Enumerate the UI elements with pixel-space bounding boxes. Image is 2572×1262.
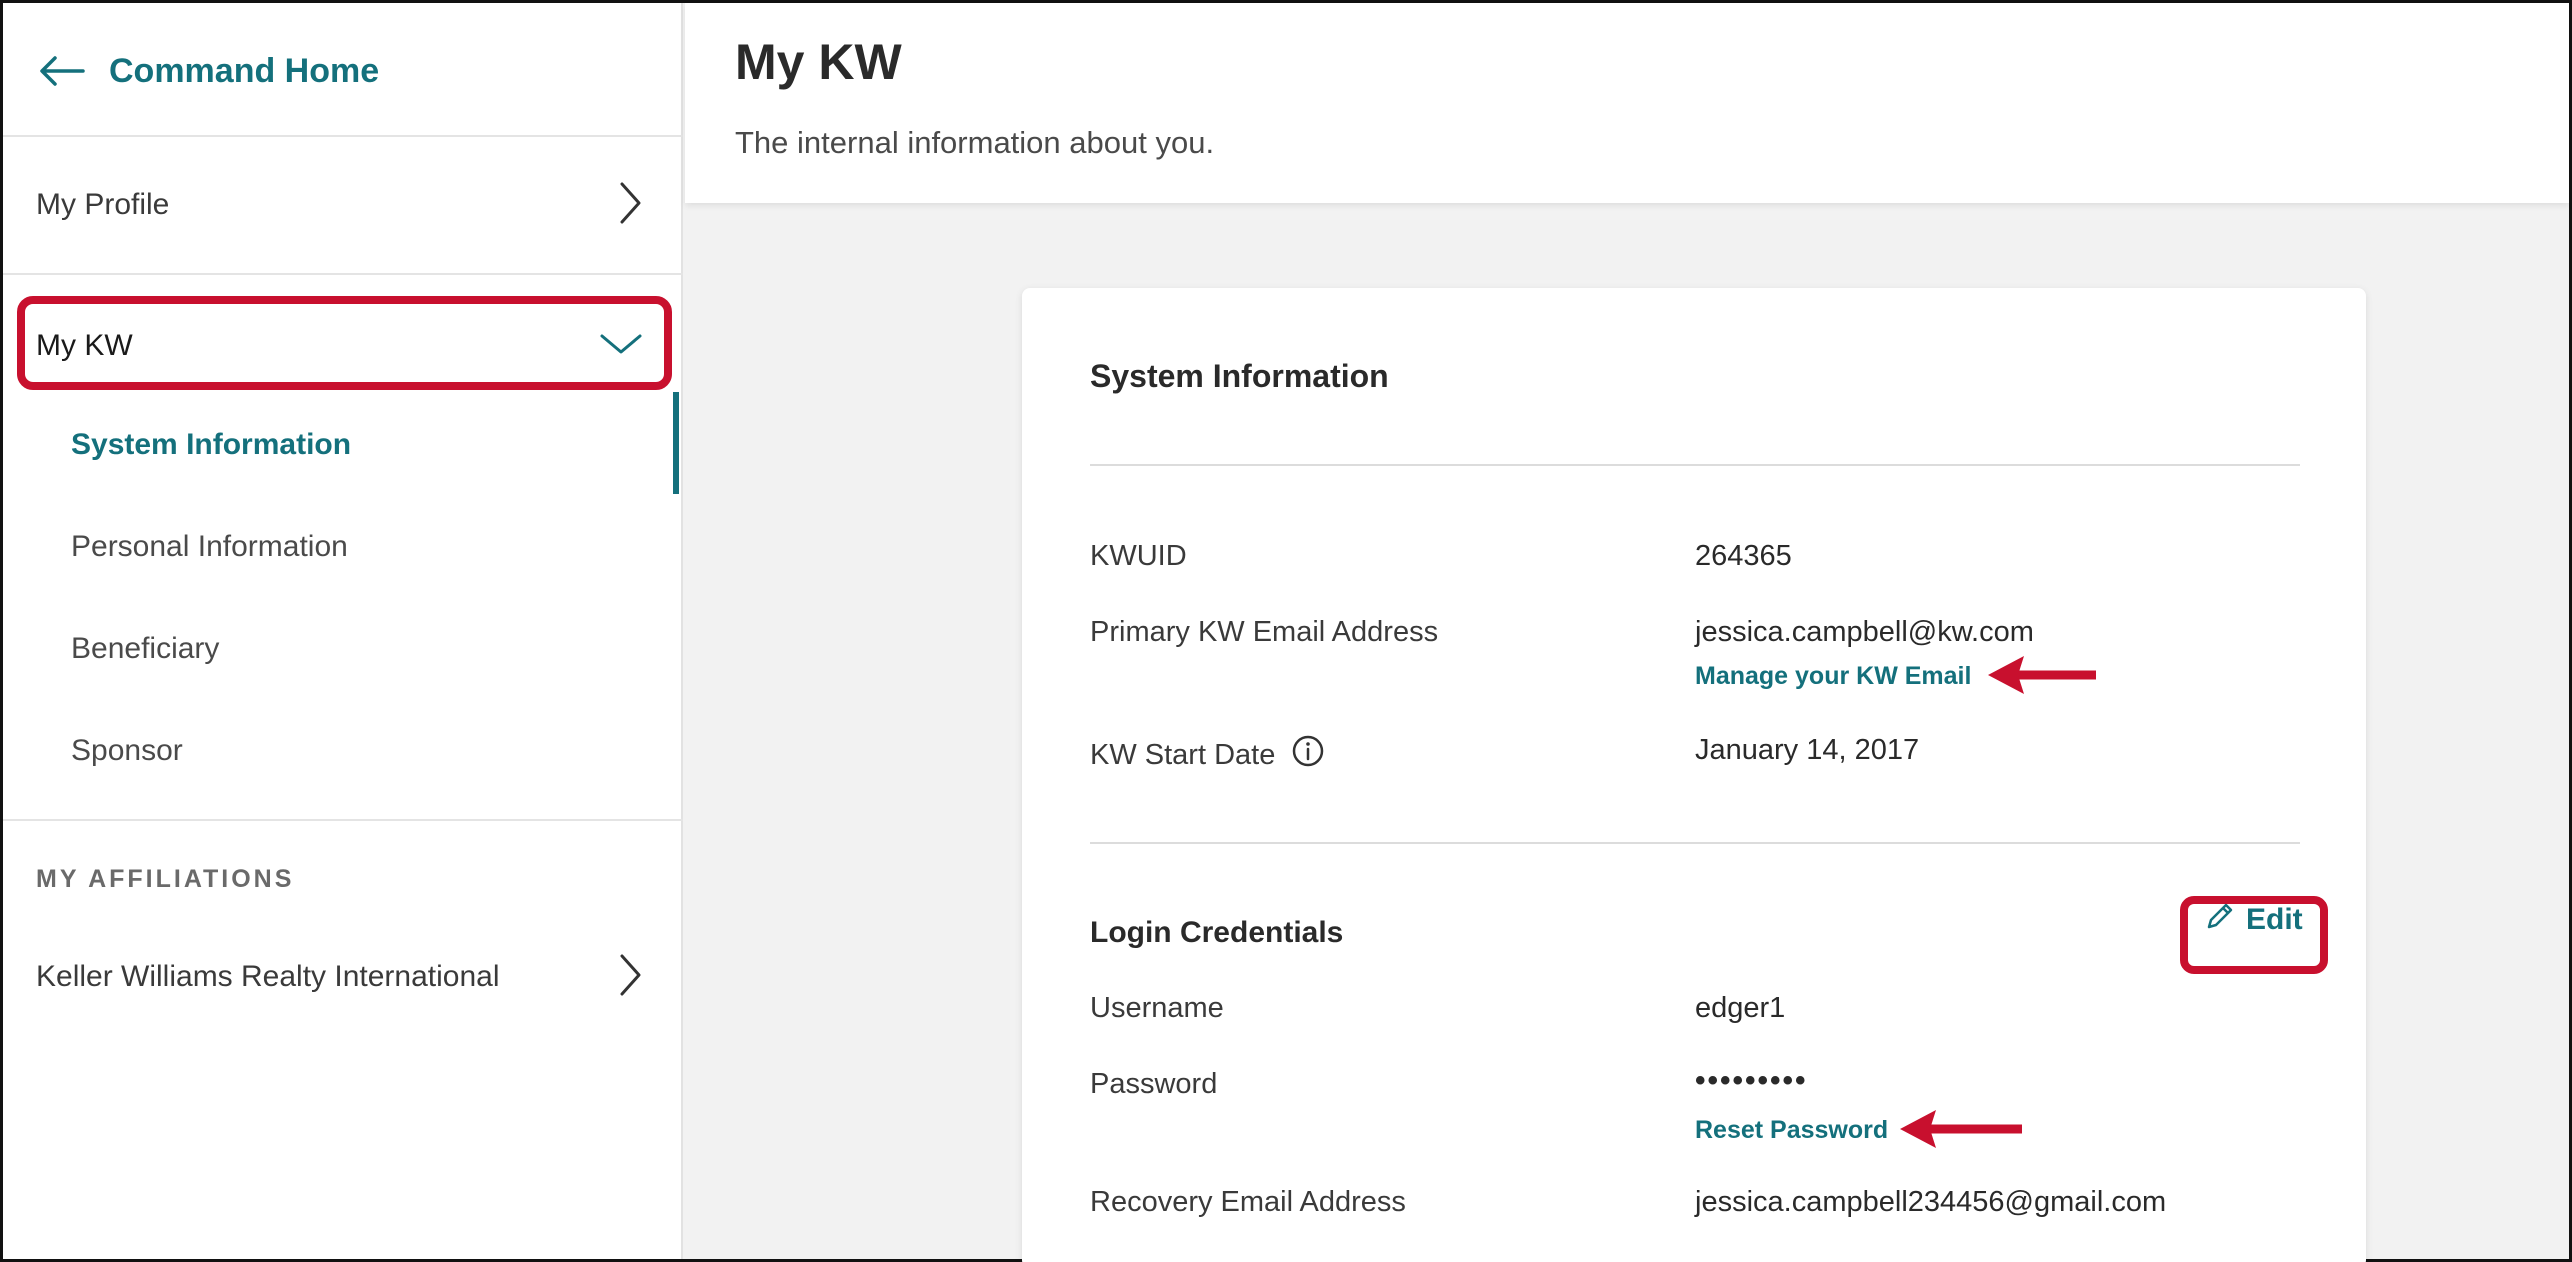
chevron-right-icon <box>619 953 643 1002</box>
back-to-command-home-link[interactable]: Command Home <box>39 41 379 101</box>
sidebar: Command Home My Profile My KW System Inf… <box>3 3 683 1259</box>
affiliations-heading: MY AFFILIATIONS <box>36 865 295 893</box>
sidebar-item-label: My Profile <box>36 188 170 221</box>
recovery-email-value: jessica.campbell234456@gmail.com <box>1695 1186 2167 1218</box>
page-header: My KW The internal information about you… <box>685 3 2569 203</box>
edit-credentials-button[interactable]: Edit <box>2204 900 2303 940</box>
sidebar-item-label: My KW <box>36 329 133 362</box>
page-title: My KW <box>735 34 902 90</box>
card-title: System Information <box>1090 358 1389 394</box>
system-information-card: System Information KWUID 264365 Primary … <box>1022 288 2366 1262</box>
sidebar-item-my-kw[interactable]: My KW <box>3 299 683 393</box>
sidebar-subitem-system-information[interactable]: System Information <box>3 395 683 495</box>
sidebar-divider <box>3 135 683 137</box>
back-link-label: Command Home <box>109 51 380 90</box>
arrow-left-icon <box>39 55 85 87</box>
chevron-down-icon <box>599 332 643 361</box>
kwuid-value: 264365 <box>1695 540 1792 572</box>
card-divider <box>1090 842 2300 844</box>
password-label: Password <box>1090 1068 1218 1100</box>
reset-password-link[interactable]: Reset Password <box>1695 1116 1888 1145</box>
sidebar-subitem-personal-information[interactable]: Personal Information <box>3 497 683 597</box>
sidebar-item-affiliation[interactable]: Keller Williams Realty International <box>3 927 683 1027</box>
kwuid-label: KWUID <box>1090 540 1187 572</box>
chevron-right-icon <box>619 181 643 230</box>
username-value: edger1 <box>1695 992 1786 1024</box>
start-date-label-row: KW Start Date <box>1090 734 1325 776</box>
recovery-email-label: Recovery Email Address <box>1090 1186 1406 1218</box>
edit-button-label: Edit <box>2246 903 2303 936</box>
active-indicator <box>673 392 679 494</box>
card-divider <box>1090 464 2300 466</box>
info-icon[interactable] <box>1291 734 1325 776</box>
primary-email-label: Primary KW Email Address <box>1090 616 1439 648</box>
sidebar-divider <box>3 273 683 275</box>
primary-email-value: jessica.campbell@kw.com <box>1695 616 2034 648</box>
pencil-icon <box>2204 900 2236 940</box>
sidebar-item-my-profile[interactable]: My Profile <box>3 153 683 257</box>
page-subtitle: The internal information about you. <box>735 125 1215 160</box>
username-label: Username <box>1090 992 1224 1024</box>
password-value: ••••••••• <box>1695 1064 1808 1097</box>
sidebar-subitem-sponsor[interactable]: Sponsor <box>3 701 683 801</box>
manage-kw-email-link[interactable]: Manage your KW Email <box>1695 662 1971 691</box>
sidebar-divider <box>3 819 683 821</box>
start-date-value: January 14, 2017 <box>1695 734 1920 766</box>
sidebar-subitem-beneficiary[interactable]: Beneficiary <box>3 599 683 699</box>
start-date-label: KW Start Date <box>1090 738 1276 771</box>
login-credentials-heading: Login Credentials <box>1090 916 1344 949</box>
sidebar-item-label: Keller Williams Realty International <box>36 960 500 993</box>
